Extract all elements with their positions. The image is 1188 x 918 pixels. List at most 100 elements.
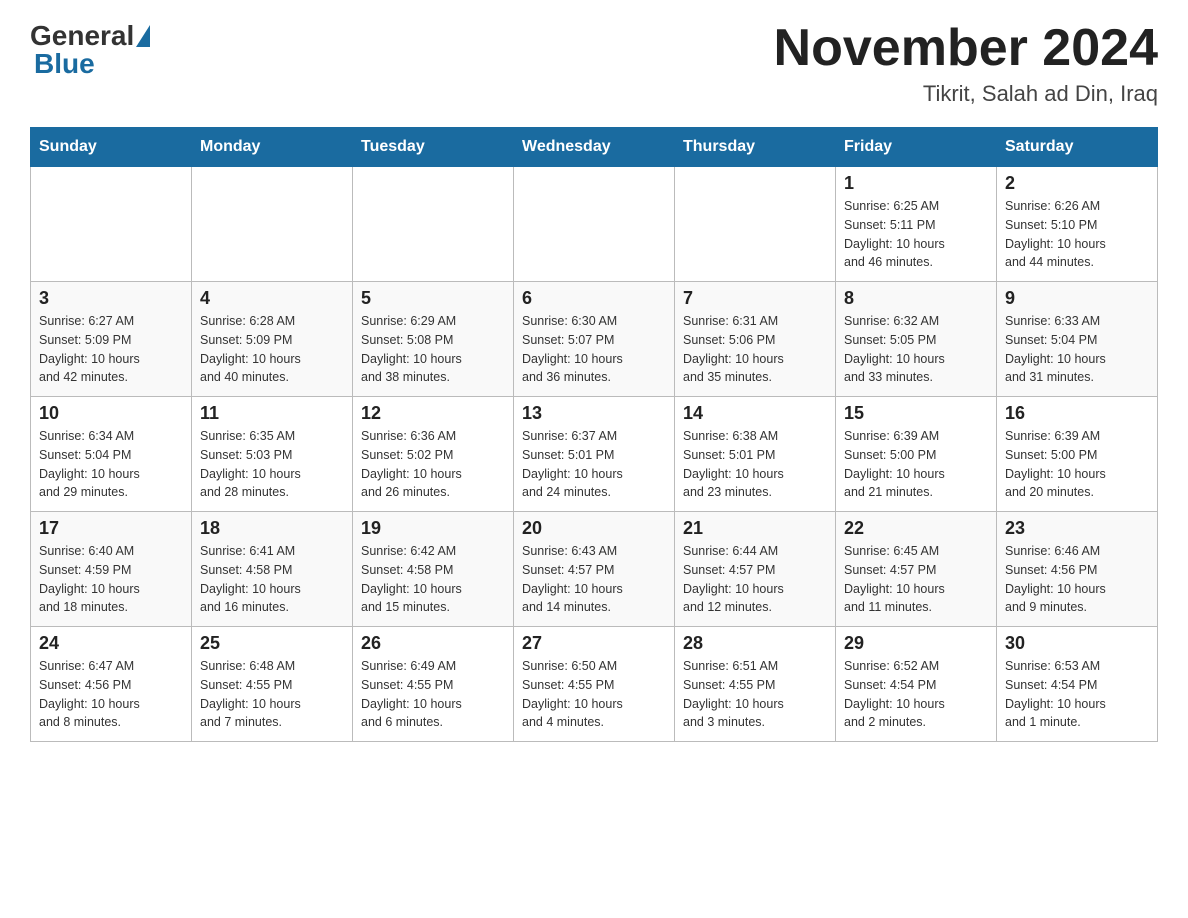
logo-triangle-icon bbox=[136, 25, 150, 47]
calendar-cell: 7 Sunrise: 6:31 AM Sunset: 5:06 PM Daylig… bbox=[675, 282, 836, 397]
calendar-header-row: SundayMondayTuesdayWednesdayThursdayFrid… bbox=[31, 128, 1158, 167]
day-info: Sunrise: 6:37 AM Sunset: 5:01 PM Dayligh… bbox=[522, 427, 666, 502]
day-info: Sunrise: 6:39 AM Sunset: 5:00 PM Dayligh… bbox=[1005, 427, 1149, 502]
calendar-cell: 12 Sunrise: 6:36 AM Sunset: 5:02 PM Dayli… bbox=[353, 397, 514, 512]
day-info: Sunrise: 6:49 AM Sunset: 4:55 PM Dayligh… bbox=[361, 657, 505, 732]
calendar-cell: 9 Sunrise: 6:33 AM Sunset: 5:04 PM Daylig… bbox=[997, 282, 1158, 397]
day-number: 4 bbox=[200, 288, 344, 309]
day-header-tuesday: Tuesday bbox=[353, 128, 514, 167]
day-number: 22 bbox=[844, 518, 988, 539]
day-info: Sunrise: 6:41 AM Sunset: 4:58 PM Dayligh… bbox=[200, 542, 344, 617]
day-info: Sunrise: 6:35 AM Sunset: 5:03 PM Dayligh… bbox=[200, 427, 344, 502]
day-info: Sunrise: 6:42 AM Sunset: 4:58 PM Dayligh… bbox=[361, 542, 505, 617]
calendar-cell: 15 Sunrise: 6:39 AM Sunset: 5:00 PM Dayli… bbox=[836, 397, 997, 512]
calendar-cell: 18 Sunrise: 6:41 AM Sunset: 4:58 PM Dayli… bbox=[192, 512, 353, 627]
day-number: 13 bbox=[522, 403, 666, 424]
calendar-cell: 23 Sunrise: 6:46 AM Sunset: 4:56 PM Dayli… bbox=[997, 512, 1158, 627]
calendar-cell: 6Sunrise: 6:30 AM Sunset: 5:07 PM Daylig… bbox=[514, 282, 675, 397]
day-info: Sunrise: 6:36 AM Sunset: 5:02 PM Dayligh… bbox=[361, 427, 505, 502]
day-info: Sunrise: 6:44 AM Sunset: 4:57 PM Dayligh… bbox=[683, 542, 827, 617]
day-info: Sunrise: 6:33 AM Sunset: 5:04 PM Dayligh… bbox=[1005, 312, 1149, 387]
day-info: Sunrise: 6:32 AM Sunset: 5:05 PM Dayligh… bbox=[844, 312, 988, 387]
day-number: 30 bbox=[1005, 633, 1149, 654]
day-info: Sunrise: 6:38 AM Sunset: 5:01 PM Dayligh… bbox=[683, 427, 827, 502]
calendar-cell bbox=[353, 167, 514, 282]
calendar-cell: 10Sunrise: 6:34 AM Sunset: 5:04 PM Dayli… bbox=[31, 397, 192, 512]
day-number: 2 bbox=[1005, 173, 1149, 194]
day-number: 24 bbox=[39, 633, 183, 654]
day-number: 26 bbox=[361, 633, 505, 654]
day-number: 7 bbox=[683, 288, 827, 309]
day-info: Sunrise: 6:26 AM Sunset: 5:10 PM Dayligh… bbox=[1005, 197, 1149, 272]
day-number: 21 bbox=[683, 518, 827, 539]
day-number: 28 bbox=[683, 633, 827, 654]
day-info: Sunrise: 6:50 AM Sunset: 4:55 PM Dayligh… bbox=[522, 657, 666, 732]
calendar-cell bbox=[192, 167, 353, 282]
calendar-cell: 21 Sunrise: 6:44 AM Sunset: 4:57 PM Dayli… bbox=[675, 512, 836, 627]
day-info: Sunrise: 6:40 AM Sunset: 4:59 PM Dayligh… bbox=[39, 542, 183, 617]
title-area: November 2024 Tikrit, Salah ad Din, Iraq bbox=[774, 20, 1158, 107]
calendar-cell: 19 Sunrise: 6:42 AM Sunset: 4:58 PM Dayli… bbox=[353, 512, 514, 627]
day-number: 14 bbox=[683, 403, 827, 424]
day-info: Sunrise: 6:43 AM Sunset: 4:57 PM Dayligh… bbox=[522, 542, 666, 617]
calendar-cell: 22 Sunrise: 6:45 AM Sunset: 4:57 PM Dayli… bbox=[836, 512, 997, 627]
day-info: Sunrise: 6:25 AM Sunset: 5:11 PM Dayligh… bbox=[844, 197, 988, 272]
day-number: 18 bbox=[200, 518, 344, 539]
day-info: Sunrise: 6:45 AM Sunset: 4:57 PM Dayligh… bbox=[844, 542, 988, 617]
day-number: 29 bbox=[844, 633, 988, 654]
calendar-week-4: 17 Sunrise: 6:40 AM Sunset: 4:59 PM Dayli… bbox=[31, 512, 1158, 627]
day-number: 23 bbox=[1005, 518, 1149, 539]
day-info: Sunrise: 6:39 AM Sunset: 5:00 PM Dayligh… bbox=[844, 427, 988, 502]
calendar-week-1: 1 Sunrise: 6:25 AM Sunset: 5:11 PM Daylig… bbox=[31, 167, 1158, 282]
calendar-week-2: 3Sunrise: 6:27 AM Sunset: 5:09 PM Daylig… bbox=[31, 282, 1158, 397]
day-number: 25 bbox=[200, 633, 344, 654]
day-number: 27 bbox=[522, 633, 666, 654]
day-info: Sunrise: 6:51 AM Sunset: 4:55 PM Dayligh… bbox=[683, 657, 827, 732]
calendar-cell: 1 Sunrise: 6:25 AM Sunset: 5:11 PM Daylig… bbox=[836, 167, 997, 282]
day-number: 9 bbox=[1005, 288, 1149, 309]
calendar-table: SundayMondayTuesdayWednesdayThursdayFrid… bbox=[30, 127, 1158, 742]
calendar-cell: 28 Sunrise: 6:51 AM Sunset: 4:55 PM Dayli… bbox=[675, 627, 836, 742]
calendar-cell: 17 Sunrise: 6:40 AM Sunset: 4:59 PM Dayli… bbox=[31, 512, 192, 627]
calendar-cell: 2 Sunrise: 6:26 AM Sunset: 5:10 PM Daylig… bbox=[997, 167, 1158, 282]
day-number: 10 bbox=[39, 403, 183, 424]
day-number: 1 bbox=[844, 173, 988, 194]
day-number: 16 bbox=[1005, 403, 1149, 424]
calendar-cell: 14 Sunrise: 6:38 AM Sunset: 5:01 PM Dayli… bbox=[675, 397, 836, 512]
day-number: 6 bbox=[522, 288, 666, 309]
day-info: Sunrise: 6:46 AM Sunset: 4:56 PM Dayligh… bbox=[1005, 542, 1149, 617]
calendar-cell: 16 Sunrise: 6:39 AM Sunset: 5:00 PM Dayli… bbox=[997, 397, 1158, 512]
day-info: Sunrise: 6:48 AM Sunset: 4:55 PM Dayligh… bbox=[200, 657, 344, 732]
day-header-friday: Friday bbox=[836, 128, 997, 167]
day-header-saturday: Saturday bbox=[997, 128, 1158, 167]
day-info: Sunrise: 6:29 AM Sunset: 5:08 PM Dayligh… bbox=[361, 312, 505, 387]
day-number: 20 bbox=[522, 518, 666, 539]
calendar-cell: 5Sunrise: 6:29 AM Sunset: 5:08 PM Daylig… bbox=[353, 282, 514, 397]
page-header: General Blue November 2024 Tikrit, Salah… bbox=[30, 20, 1158, 107]
logo: General Blue bbox=[30, 20, 152, 80]
day-header-thursday: Thursday bbox=[675, 128, 836, 167]
logo-blue-text: Blue bbox=[34, 48, 95, 79]
location-title: Tikrit, Salah ad Din, Iraq bbox=[774, 81, 1158, 107]
day-number: 12 bbox=[361, 403, 505, 424]
day-info: Sunrise: 6:52 AM Sunset: 4:54 PM Dayligh… bbox=[844, 657, 988, 732]
calendar-cell: 11 Sunrise: 6:35 AM Sunset: 5:03 PM Dayli… bbox=[192, 397, 353, 512]
calendar-week-3: 10Sunrise: 6:34 AM Sunset: 5:04 PM Dayli… bbox=[31, 397, 1158, 512]
calendar-cell: 3Sunrise: 6:27 AM Sunset: 5:09 PM Daylig… bbox=[31, 282, 192, 397]
calendar-week-5: 24Sunrise: 6:47 AM Sunset: 4:56 PM Dayli… bbox=[31, 627, 1158, 742]
calendar-cell: 13 Sunrise: 6:37 AM Sunset: 5:01 PM Dayli… bbox=[514, 397, 675, 512]
calendar-cell: 29 Sunrise: 6:52 AM Sunset: 4:54 PM Dayli… bbox=[836, 627, 997, 742]
day-header-monday: Monday bbox=[192, 128, 353, 167]
day-number: 3 bbox=[39, 288, 183, 309]
calendar-cell: 26 Sunrise: 6:49 AM Sunset: 4:55 PM Dayli… bbox=[353, 627, 514, 742]
calendar-cell: 24Sunrise: 6:47 AM Sunset: 4:56 PM Dayli… bbox=[31, 627, 192, 742]
day-number: 17 bbox=[39, 518, 183, 539]
calendar-cell: 8Sunrise: 6:32 AM Sunset: 5:05 PM Daylig… bbox=[836, 282, 997, 397]
month-title: November 2024 bbox=[774, 20, 1158, 77]
day-number: 19 bbox=[361, 518, 505, 539]
day-number: 11 bbox=[200, 403, 344, 424]
day-header-wednesday: Wednesday bbox=[514, 128, 675, 167]
day-number: 15 bbox=[844, 403, 988, 424]
calendar-cell: 4Sunrise: 6:28 AM Sunset: 5:09 PM Daylig… bbox=[192, 282, 353, 397]
day-info: Sunrise: 6:31 AM Sunset: 5:06 PM Dayligh… bbox=[683, 312, 827, 387]
